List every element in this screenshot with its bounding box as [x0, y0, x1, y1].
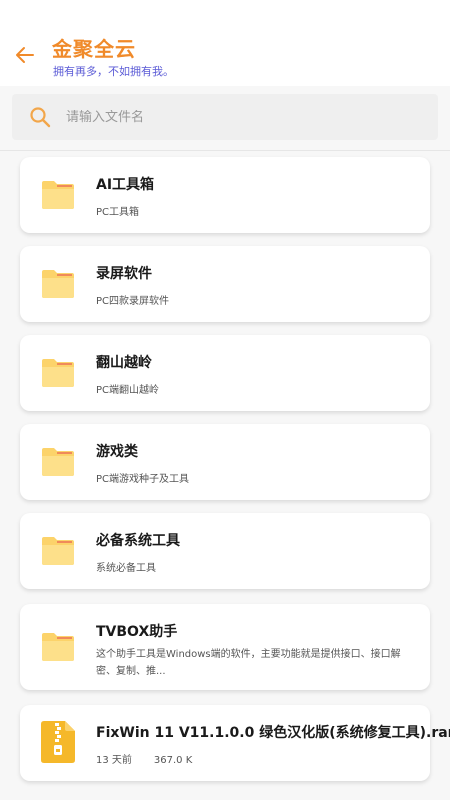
item-name: 游戏类	[96, 444, 138, 460]
item-name: 翻山越岭	[96, 355, 152, 371]
item-description: PC端游戏种子及工具	[96, 474, 190, 485]
folder-icon	[42, 633, 74, 661]
item-description: PC端翻山越岭	[96, 385, 160, 396]
search-icon	[30, 107, 51, 128]
item-size: 367.0 K	[153, 755, 193, 766]
item-name: AI工具箱	[96, 177, 155, 193]
item-age: 13 天前	[96, 755, 132, 766]
list-item[interactable]: TVBOX助手 这个助手工具是Windows端的软件，主要功能就是提供接口、接口…	[20, 604, 430, 690]
item-description: 这个助手工具是Windows端的软件，主要功能就是提供接口、接口解密、复制、推.…	[96, 649, 401, 677]
folder-icon	[42, 181, 74, 209]
search-input[interactable]	[66, 109, 386, 125]
item-description: 系统必备工具	[96, 563, 156, 574]
item-name: 录屏软件	[96, 266, 152, 282]
back-button[interactable]	[12, 42, 38, 68]
list-item[interactable]: 必备系统工具 系统必备工具	[20, 513, 430, 589]
item-description: PC四款录屏软件	[96, 296, 170, 307]
app-header: 金聚全云 拥有再多，不如拥有我。	[0, 0, 450, 86]
page-title: 金聚全云	[52, 37, 136, 61]
list-item[interactable]: FixWin 11 V11.1.0.0 绿色汉化版(系统修复工具).rar 13…	[20, 705, 450, 781]
list-item[interactable]: 录屏软件 PC四款录屏软件	[20, 246, 430, 322]
folder-icon	[42, 270, 74, 298]
item-name: TVBOX助手	[96, 624, 178, 640]
list-item[interactable]: 游戏类 PC端游戏种子及工具	[20, 424, 430, 500]
list-item[interactable]: 翻山越岭 PC端翻山越岭	[20, 335, 430, 411]
item-description: PC工具箱	[96, 207, 140, 218]
page-subtitle: 拥有再多，不如拥有我。	[53, 65, 174, 78]
item-name: 必备系统工具	[96, 533, 180, 549]
arrow-left-icon	[16, 47, 34, 63]
item-name: FixWin 11 V11.1.0.0 绿色汉化版(系统修复工具).rar	[96, 725, 450, 741]
folder-icon	[42, 359, 74, 387]
zip-file-icon	[41, 721, 75, 763]
list-item[interactable]: AI工具箱 PC工具箱	[20, 157, 430, 233]
header-divider	[0, 150, 450, 151]
folder-icon	[42, 448, 74, 476]
folder-icon	[42, 537, 74, 565]
item-meta: 13 天前 367.0 K	[96, 751, 214, 766]
search-bar[interactable]	[12, 94, 438, 140]
